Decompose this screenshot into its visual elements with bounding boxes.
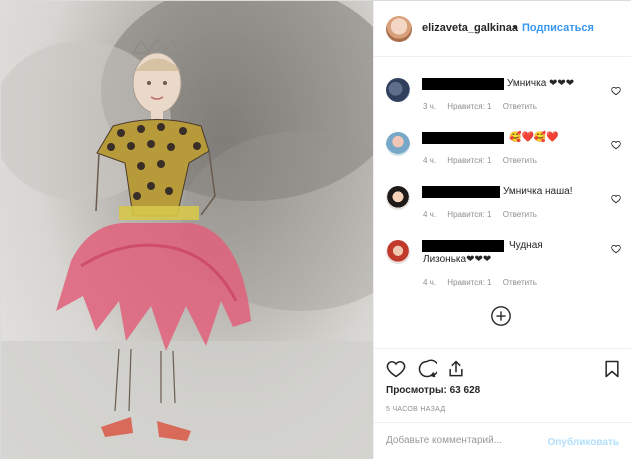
comment-text-line-1: Чудная — [509, 240, 543, 251]
comment-input[interactable] — [386, 435, 536, 446]
comment-like-heart-icon[interactable] — [611, 86, 621, 96]
comment-text: Умничка ❤❤❤ — [507, 78, 575, 89]
bookmark-icon[interactable] — [602, 359, 622, 379]
comments-list[interactable]: Умничка ❤❤❤ 3 ч. Нравится: 1 Ответить 🥰❤… — [374, 58, 631, 348]
comment-meta: 3 ч. Нравится: 1 Ответить — [423, 102, 546, 111]
plus-circle-icon[interactable] — [490, 305, 512, 327]
comment-likes-count[interactable]: Нравится: 1 — [447, 102, 491, 111]
comment-meta: 4 ч. Нравится: 1 Ответить — [423, 278, 546, 287]
reply-button[interactable]: Ответить — [503, 102, 537, 111]
add-comment-bar: Опубликовать — [374, 422, 631, 459]
author-username[interactable]: elizaveta_galkinaa — [422, 22, 518, 34]
post-timestamp: 5 ЧАСОВ НАЗАД — [386, 406, 446, 413]
views-count[interactable]: Просмотры: 63 628 — [386, 385, 480, 396]
comment-item: Чудная Лизонька❤❤❤ 4 ч. Нравится: 1 Отве… — [374, 238, 631, 308]
redacted-username — [422, 132, 504, 144]
redacted-username — [422, 78, 504, 90]
commenter-avatar[interactable] — [386, 78, 410, 102]
comment-like-heart-icon[interactable] — [611, 244, 621, 254]
comment-text: Умничка наша! — [503, 186, 573, 197]
share-icon[interactable] — [446, 359, 466, 379]
comment-item: 🥰❤️🥰❤️ 4 ч. Нравится: 1 Ответить — [374, 130, 631, 184]
reply-button[interactable]: Ответить — [503, 156, 537, 165]
comment-item: Умничка наша! 4 ч. Нравится: 1 Ответить — [374, 184, 631, 238]
post-media-video[interactable] — [1, 1, 373, 459]
post-side-panel: elizaveta_galkinaa • Подписаться Умничка… — [373, 1, 631, 459]
comment-item: Умничка ❤❤❤ 3 ч. Нравится: 1 Ответить — [374, 76, 631, 130]
comment-text: 🥰❤️🥰❤️ — [509, 132, 559, 143]
reply-button[interactable]: Ответить — [503, 210, 537, 219]
commenter-avatar[interactable] — [386, 186, 410, 210]
comment-meta: 4 ч. Нравится: 1 Ответить — [423, 210, 546, 219]
drawing-of-ballerina — [1, 1, 373, 459]
comment-likes-count[interactable]: Нравится: 1 — [447, 210, 491, 219]
comment-icon[interactable] — [417, 359, 437, 379]
comment-age: 4 ч. — [423, 210, 437, 219]
instagram-post-window: elizaveta_galkinaa • Подписаться Умничка… — [0, 0, 631, 459]
comment-like-heart-icon[interactable] — [611, 140, 621, 150]
header-separator: • — [513, 22, 517, 34]
redacted-username — [422, 186, 500, 198]
comment-meta: 4 ч. Нравится: 1 Ответить — [423, 156, 546, 165]
comment-text-line-2: Лизонька❤❤❤ — [423, 254, 492, 265]
comment-likes-count[interactable]: Нравится: 1 — [447, 156, 491, 165]
post-header: elizaveta_galkinaa • Подписаться — [374, 1, 631, 57]
redacted-username — [422, 240, 504, 252]
comment-age: 3 ч. — [423, 102, 437, 111]
heart-icon[interactable] — [386, 359, 406, 379]
author-avatar[interactable] — [386, 16, 412, 42]
comment-age: 4 ч. — [423, 278, 437, 287]
comment-like-heart-icon[interactable] — [611, 194, 621, 204]
follow-button[interactable]: Подписаться — [522, 22, 594, 34]
publish-button[interactable]: Опубликовать — [548, 437, 619, 448]
comment-likes-count[interactable]: Нравится: 1 — [447, 278, 491, 287]
commenter-avatar[interactable] — [386, 132, 410, 156]
comment-age: 4 ч. — [423, 156, 437, 165]
reply-button[interactable]: Ответить — [503, 278, 537, 287]
commenter-avatar[interactable] — [386, 240, 410, 264]
